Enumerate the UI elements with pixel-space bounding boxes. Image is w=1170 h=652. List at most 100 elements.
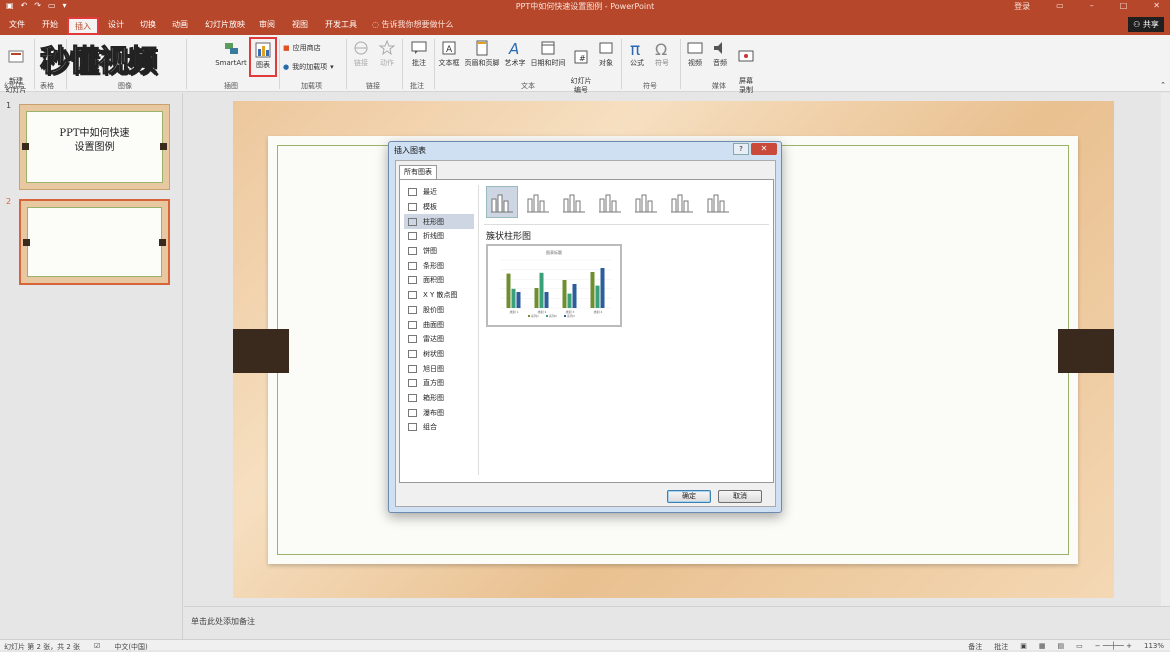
close-window-icon[interactable]: ✕ bbox=[1153, 1, 1160, 12]
vertical-scrollbar[interactable] bbox=[1161, 93, 1170, 639]
calendar-icon bbox=[541, 41, 555, 55]
slide-clip-left bbox=[233, 329, 289, 373]
collapse-ribbon-icon[interactable]: ⌃ bbox=[1160, 81, 1166, 89]
chart-category-item[interactable]: 直方图 bbox=[404, 376, 474, 391]
maximize-icon[interactable]: □ bbox=[1120, 1, 1128, 12]
chart-button[interactable]: 图表 bbox=[249, 37, 277, 77]
chart-subtype-row bbox=[486, 186, 734, 218]
tab-file[interactable]: 文件 bbox=[9, 19, 25, 30]
chart-category-item[interactable]: 最近 bbox=[404, 185, 474, 200]
tab-view[interactable]: 视图 bbox=[292, 19, 308, 30]
ribbon-display-icon[interactable]: ▭ bbox=[1056, 1, 1064, 12]
slide-thumb-frame bbox=[27, 207, 162, 277]
slide-thumbnail-1[interactable]: PPT中如何快速 设置图例 bbox=[19, 104, 170, 190]
object-button[interactable]: 对象 bbox=[596, 39, 616, 68]
tab-review[interactable]: 审阅 bbox=[259, 19, 275, 30]
my-addins-button[interactable]: ● 我的加载项 ▾ bbox=[283, 62, 334, 72]
language-indicator[interactable]: 中文(中国) bbox=[114, 642, 147, 652]
audio-button[interactable]: 音频 bbox=[710, 39, 730, 68]
datetime-button[interactable]: 日期和时间 bbox=[528, 39, 568, 68]
preview-legend-label: 系列2 bbox=[549, 313, 557, 318]
preview-bar bbox=[539, 272, 544, 308]
symbol-button[interactable]: Ω 符号 bbox=[652, 39, 672, 68]
chart-category-item[interactable]: 箱形图 bbox=[404, 391, 474, 406]
equation-button[interactable]: π 公式 bbox=[627, 39, 647, 68]
help-button[interactable]: ? bbox=[733, 143, 749, 155]
chart-category-item[interactable]: 模板 bbox=[404, 200, 474, 215]
notes-pane[interactable]: 单击此处添加备注 bbox=[184, 606, 1170, 639]
header-footer-button[interactable]: 页眉和页脚 bbox=[463, 39, 501, 68]
tell-me-search[interactable]: ◌ 告诉我你想要做什么 bbox=[372, 19, 454, 30]
slide-thumbnail-2[interactable] bbox=[19, 199, 170, 285]
comment-button[interactable]: 批注 bbox=[407, 39, 431, 68]
ok-button[interactable]: 确定 bbox=[667, 490, 711, 503]
header-footer-icon bbox=[476, 40, 488, 56]
chart-category-item[interactable]: 折线图 bbox=[404, 229, 474, 244]
preview-category-label: 类别 1 bbox=[510, 309, 519, 314]
chart-panel: 最近 模板 柱形图 折线图 饼图 条形图 面积图 X Y 散点图 股价图 曲面图 雷达图 树状图 旭日图… bbox=[399, 179, 774, 483]
chart-category-item[interactable]: 柱形图 bbox=[404, 214, 474, 230]
chart-category-item[interactable]: 曲面图 bbox=[404, 317, 474, 332]
tab-design[interactable]: 设计 bbox=[108, 19, 124, 30]
chart-category-item[interactable]: 股价图 bbox=[404, 303, 474, 318]
slide-number-icon: # bbox=[574, 50, 588, 64]
chart-preview[interactable]: 图表标题 类别 1 类别 2 类别 3 类别 4 系列1 系列2 系列3 bbox=[486, 244, 622, 327]
column-subtype-icon[interactable] bbox=[486, 186, 518, 218]
minimize-icon[interactable]: – bbox=[1090, 1, 1094, 12]
column-subtype-icon[interactable] bbox=[630, 186, 662, 218]
chart-category-item[interactable]: 条形图 bbox=[404, 258, 474, 273]
textbox-button[interactable]: A 文本框 bbox=[437, 39, 461, 68]
comments-toggle[interactable]: 批注 bbox=[994, 642, 1008, 652]
column-subtype-icon[interactable] bbox=[522, 186, 554, 218]
tab-animations[interactable]: 动画 bbox=[172, 19, 188, 30]
chart-category-item[interactable]: 瀑布图 bbox=[404, 405, 474, 420]
dialog-close-button[interactable]: ✕ bbox=[751, 143, 777, 155]
zoom-level[interactable]: 113% bbox=[1144, 642, 1164, 652]
column-subtype-icon[interactable] bbox=[666, 186, 698, 218]
chart-category-item[interactable]: 组合 bbox=[404, 420, 474, 435]
svg-text:A: A bbox=[508, 40, 519, 57]
group-label-slides: 幻灯片 bbox=[4, 82, 25, 90]
column-subtype-icon[interactable] bbox=[558, 186, 590, 218]
slide-number-button[interactable]: # 幻灯片 编号 bbox=[569, 39, 593, 95]
normal-view-icon[interactable]: ▣ bbox=[1020, 642, 1027, 652]
column-subtype-icon[interactable] bbox=[702, 186, 734, 218]
tab-home[interactable]: 开始 bbox=[42, 19, 58, 30]
wordart-button[interactable]: A 艺术字 bbox=[503, 39, 527, 68]
chart-category-item[interactable]: 面积图 bbox=[404, 273, 474, 288]
chart-category-item[interactable]: 雷达图 bbox=[404, 332, 474, 347]
login-link[interactable]: 登录 bbox=[1014, 1, 1030, 12]
tab-developer[interactable]: 开发工具 bbox=[325, 19, 357, 30]
chart-category-icon bbox=[408, 217, 417, 226]
addins-icon: ● bbox=[283, 63, 290, 71]
tab-transitions[interactable]: 切换 bbox=[140, 19, 156, 30]
action-button[interactable]: 动作 bbox=[376, 39, 398, 68]
chart-category-item[interactable]: 旭日图 bbox=[404, 361, 474, 376]
screen-recording-button[interactable]: 屏幕 录制 bbox=[735, 39, 757, 95]
chart-category-icon bbox=[408, 247, 417, 256]
chart-category-label: 瀑布图 bbox=[423, 408, 444, 417]
notes-toggle[interactable]: 备注 bbox=[968, 642, 982, 652]
chart-category-item[interactable]: 饼图 bbox=[404, 244, 474, 259]
chart-category-item[interactable]: X Y 散点图 bbox=[404, 288, 474, 303]
dialog-title: 插入图表 bbox=[394, 146, 426, 155]
zoom-slider[interactable]: − ──┼── + bbox=[1095, 642, 1132, 652]
cancel-button[interactable]: 取消 bbox=[718, 490, 762, 503]
smartart-button[interactable]: SmartArt bbox=[214, 39, 248, 68]
link-button[interactable]: 链接 bbox=[352, 39, 370, 68]
column-subtype-icon[interactable] bbox=[594, 186, 626, 218]
chart-category-item[interactable]: 树状图 bbox=[404, 347, 474, 362]
star-action-icon bbox=[378, 39, 396, 56]
preview-category-label: 类别 4 bbox=[594, 309, 603, 314]
tab-slideshow[interactable]: 幻灯片放映 bbox=[205, 19, 245, 30]
slide-sorter-icon[interactable]: ▦ bbox=[1039, 642, 1046, 652]
store-button[interactable]: ■ 应用商店 bbox=[283, 43, 321, 53]
share-button[interactable]: ⚇ 共享 bbox=[1128, 17, 1164, 32]
slideshow-view-icon[interactable]: ▭ bbox=[1076, 642, 1083, 652]
spellcheck-icon[interactable]: ☑ bbox=[94, 642, 100, 652]
tab-insert[interactable]: 插入 bbox=[67, 17, 99, 35]
video-button[interactable]: 视频 bbox=[685, 39, 705, 68]
reading-view-icon[interactable]: ▤ bbox=[1057, 642, 1064, 652]
chart-category-icon bbox=[408, 349, 417, 358]
tab-all-charts[interactable]: 所有图表 bbox=[399, 165, 437, 179]
